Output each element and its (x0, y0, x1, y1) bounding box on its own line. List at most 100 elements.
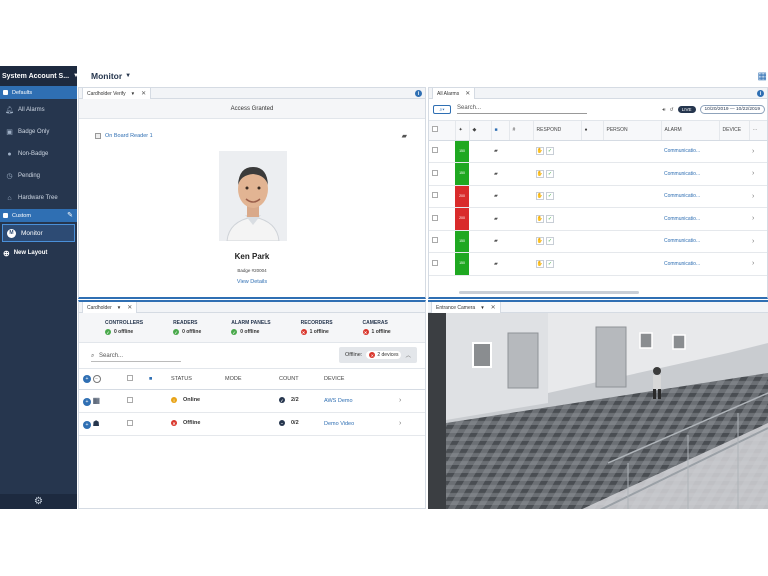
row-camera[interactable]: ▰ (491, 185, 509, 208)
reader-link[interactable]: On Board Reader 1 (95, 133, 153, 139)
history-icon[interactable]: ↺ (670, 107, 674, 113)
row-camera[interactable]: ▰ (491, 162, 509, 186)
chevron-right-icon[interactable]: › (752, 170, 754, 177)
horizontal-scrollbar[interactable] (459, 291, 639, 294)
chevron-right-icon[interactable]: › (752, 148, 754, 155)
tab-all-alarms[interactable]: All Alarms ✕ (432, 88, 476, 99)
row-camera[interactable]: ▰ (491, 230, 509, 253)
sidebar-section-defaults[interactable]: Defaults (0, 86, 77, 99)
camera-icon[interactable]: ▰ (494, 148, 498, 154)
chevron-down-icon[interactable]: ▼ (131, 91, 135, 96)
acknowledge-icon[interactable]: ✋ (536, 259, 544, 268)
checkbox[interactable] (432, 147, 438, 154)
column-header[interactable]: RESPOND (533, 121, 582, 141)
checkbox[interactable] (432, 259, 438, 266)
row-chevron[interactable]: › (749, 162, 767, 186)
sidebar-item-pending[interactable]: ◷ Pending (0, 165, 77, 187)
table-row[interactable]: + ▦ ! Online ✓ 2/2 AWS Demo › (79, 389, 425, 413)
device-link[interactable]: Demo Video (324, 421, 354, 427)
tab-cardholder-verify[interactable]: Cardholder Verify ▼ ✕ (82, 88, 152, 99)
chevron-right-icon[interactable]: › (752, 260, 754, 267)
sidebar-item-non-badge[interactable]: ● Non-Badge (0, 143, 77, 165)
page-title[interactable]: Monitor (91, 71, 122, 81)
acknowledge-icon[interactable]: ✋ (536, 214, 544, 223)
table-row[interactable]: 200 ▰ ✋ ✓ Communicatio... › (429, 185, 767, 208)
info-icon[interactable]: i (757, 90, 764, 97)
sidebar-item-badge-only[interactable]: ▣ Badge Only (0, 121, 77, 143)
expand-icon[interactable]: + (83, 420, 91, 429)
table-row[interactable]: 150 ▰ ✋ ✓ Communicatio... › (429, 162, 767, 186)
alarm-link[interactable]: Communicatio... (664, 148, 700, 154)
alarm-link[interactable]: Communicatio... (664, 238, 700, 244)
row-chevron[interactable]: › (749, 207, 767, 231)
chevron-down-icon[interactable]: ▼ (480, 305, 484, 310)
row-select[interactable] (429, 140, 455, 163)
column-header[interactable]: PERSON (603, 121, 662, 141)
table-row[interactable]: + ☗ ✕ Offline −0/2 Demo Video › (79, 412, 425, 436)
grid-layout-icon[interactable]: ▦ (758, 71, 768, 82)
chevron-right-icon[interactable]: › (399, 397, 401, 404)
chevron-right-icon[interactable]: › (752, 238, 754, 245)
device-search-input[interactable]: ⌕ Search... (91, 353, 181, 362)
table-row[interactable]: 200 ▰ ✋ ✓ Communicatio... › (429, 207, 767, 231)
header-select[interactable] (123, 369, 145, 390)
table-row[interactable]: 150 ▰ ✋ ✓ Communicatio... › (429, 252, 767, 276)
row-camera[interactable]: ▰ (491, 252, 509, 276)
row-chevron[interactable]: › (749, 230, 767, 253)
row-alarm[interactable]: Communicatio... (661, 185, 719, 208)
person-header[interactable]: ● (581, 121, 604, 141)
row-alarm[interactable]: Communicatio... (661, 162, 719, 186)
header-camera[interactable]: ■ (145, 369, 167, 390)
account-selector[interactable]: System Account S... ▼ (0, 66, 77, 86)
column-header[interactable]: DEVICE (320, 369, 395, 390)
alarm-link[interactable]: Communicatio... (664, 261, 700, 267)
row-device[interactable]: Demo Video (320, 412, 395, 436)
camera-header[interactable]: ■ (491, 121, 510, 141)
column-header[interactable]: DEVICE (719, 121, 750, 141)
checkbox[interactable] (432, 192, 438, 199)
sidebar-item-monitor[interactable]: M Monitor (2, 224, 75, 242)
view-details-link[interactable]: View Details (79, 279, 425, 285)
camera-video-feed[interactable] (428, 313, 768, 509)
tab-cardholder[interactable]: Cardholder ▼ ✕ (82, 302, 138, 313)
checkbox[interactable] (127, 374, 133, 381)
checkbox[interactable] (432, 214, 438, 221)
table-row[interactable]: 150 ▰ ✋ ✓ Communicatio... › (429, 230, 767, 253)
sound-icon[interactable]: 🔊︎ (662, 107, 665, 113)
row-device[interactable]: AWS Demo (320, 389, 395, 413)
expand-icon[interactable]: + (83, 397, 91, 406)
row-chevron[interactable]: › (395, 389, 425, 413)
column-header[interactable]: STATUS (167, 369, 221, 390)
column-header[interactable]: # (509, 121, 534, 141)
settings-button[interactable]: ⚙ (0, 494, 77, 509)
priority-header[interactable]: ✦ (455, 121, 470, 141)
close-icon[interactable]: ✕ (127, 304, 132, 311)
alarm-link[interactable]: Communicatio... (664, 171, 700, 177)
acknowledge-icon[interactable]: ✋ (536, 192, 544, 201)
close-icon[interactable]: ✕ (491, 304, 496, 311)
row-select[interactable] (429, 230, 455, 253)
checkbox[interactable] (432, 126, 438, 133)
checkbox[interactable] (127, 419, 133, 426)
more-columns-button[interactable]: ⋯ (749, 121, 767, 141)
info-icon[interactable]: i (415, 90, 422, 97)
alarm-search-input[interactable]: Search... (457, 105, 587, 114)
row-camera[interactable]: ▰ (491, 207, 509, 231)
row-alarm[interactable]: Communicatio... (661, 207, 719, 231)
camera-icon[interactable]: ▰ (494, 216, 498, 222)
row-alarm[interactable]: Communicatio... (661, 252, 719, 276)
offline-filter[interactable]: Offline: ✕ 2 devices ︿ (339, 347, 417, 363)
acknowledge-icon[interactable]: ✋ (536, 169, 544, 178)
camera-icon[interactable]: ▰ (494, 171, 498, 177)
resolve-icon[interactable]: ✓ (546, 259, 554, 268)
state-header[interactable]: ◆ (469, 121, 492, 141)
row-select[interactable] (429, 162, 455, 186)
chevron-down-icon[interactable]: ▼ (125, 73, 131, 79)
row-chevron[interactable]: › (749, 252, 767, 276)
column-header[interactable]: COUNT (275, 369, 320, 390)
row-select[interactable] (123, 389, 145, 413)
camera-icon[interactable]: ▰ (494, 261, 498, 267)
table-row[interactable]: 150 ▰ ✋ ✓ Communicatio... › (429, 140, 767, 163)
camera-icon[interactable]: ▰ (402, 132, 407, 140)
close-icon[interactable]: ✕ (465, 90, 470, 97)
